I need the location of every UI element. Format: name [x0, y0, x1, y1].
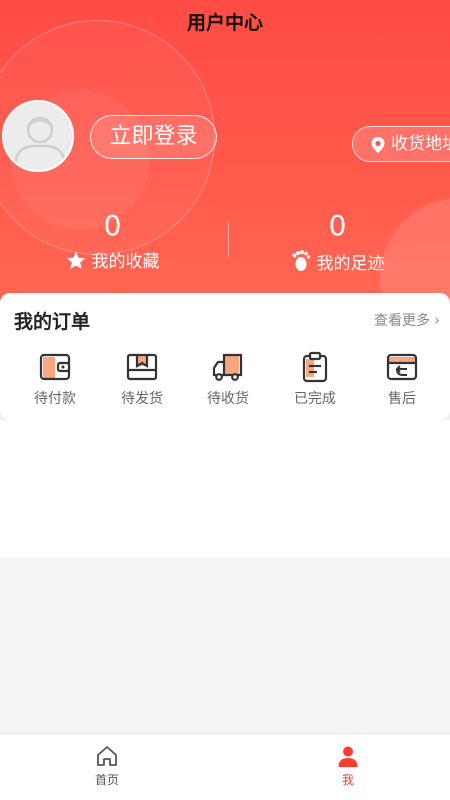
address-button[interactable]: 收货地址 [352, 126, 450, 162]
package-icon [126, 353, 158, 381]
order-pending-receipt[interactable]: 待收货 [183, 351, 273, 408]
orders-title: 我的订单 [14, 311, 91, 333]
footprints-count: 0 [328, 209, 347, 242]
avatar[interactable] [2, 100, 74, 172]
profile-header: 用户中心 立即登录 收货地址 0 我的收藏 0 [0, 0, 450, 330]
wallet-icon [39, 353, 71, 381]
view-more-label: 查看更多 [374, 313, 430, 329]
return-card-icon [386, 353, 418, 381]
page-title: 用户中心 [186, 12, 263, 34]
orders-card: 我的订单 查看更多 › 待付款 待发货 待收货 已完成 售后 [0, 293, 450, 420]
view-more-link[interactable]: 查看更多 › [374, 310, 440, 330]
favorites-count: 0 [103, 209, 122, 242]
content-area [0, 420, 450, 558]
address-label: 收货地址 [391, 134, 450, 154]
order-pending-shipment-label: 待发货 [121, 391, 163, 407]
favorites-stat[interactable]: 0 我的收藏 [0, 210, 225, 274]
footprints-stat[interactable]: 0 我的足迹 [225, 210, 450, 276]
order-pending-shipment[interactable]: 待发货 [97, 351, 187, 408]
order-completed-label: 已完成 [294, 391, 336, 407]
bottom-tab-bar: 首页 我 [0, 733, 450, 800]
tab-me-label: 我 [341, 773, 354, 787]
star-icon [66, 251, 85, 269]
chevron-right-icon: › [434, 311, 440, 329]
order-after-sales-label: 售后 [388, 391, 416, 407]
order-completed[interactable]: 已完成 [270, 351, 360, 408]
clipboard-icon [302, 351, 328, 383]
login-button[interactable]: 立即登录 [90, 115, 217, 159]
order-pending-receipt-label: 待收货 [207, 391, 249, 407]
order-after-sales[interactable]: 售后 [357, 351, 447, 408]
truck-icon [212, 353, 243, 381]
footprints-label: 我的足迹 [316, 254, 385, 274]
order-pending-payment-label: 待付款 [34, 391, 76, 407]
tab-home-label: 首页 [94, 773, 119, 787]
tab-me[interactable]: 我 [288, 744, 408, 788]
favorites-label: 我的收藏 [91, 252, 160, 272]
home-icon [97, 746, 117, 766]
location-pin-icon [371, 137, 385, 153]
user-icon [338, 746, 358, 767]
footprint-icon [292, 250, 310, 271]
order-pending-payment[interactable]: 待付款 [10, 351, 100, 408]
tab-home[interactable]: 首页 [47, 744, 167, 788]
